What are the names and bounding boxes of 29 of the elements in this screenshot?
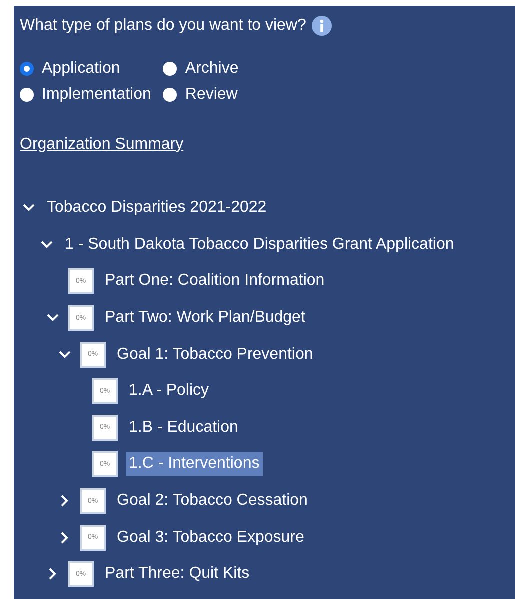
chevron-right-icon[interactable] xyxy=(49,568,57,580)
chevron-right-icon[interactable] xyxy=(61,532,69,544)
question-text: What type of plans do you want to view? xyxy=(20,17,306,35)
info-icon[interactable] xyxy=(312,16,332,36)
tree-item[interactable]: 1.A - Policy xyxy=(126,379,212,404)
chevron-down-icon[interactable] xyxy=(23,204,35,212)
tree-item[interactable]: Part Two: Work Plan/Budget xyxy=(102,306,308,330)
organization-summary-link[interactable]: Organization Summary xyxy=(20,136,184,154)
tree-item[interactable]: 1.C - Interventions xyxy=(126,452,263,476)
radio-label[interactable]: Application xyxy=(42,60,120,78)
radio-label[interactable]: Archive xyxy=(185,60,239,78)
tree-item[interactable]: Part One: Coalition Information xyxy=(102,269,328,294)
radio-button[interactable] xyxy=(20,88,34,102)
tree-item[interactable]: Part Three: Quit Kits xyxy=(102,562,253,586)
tree-item[interactable]: 1.B - Education xyxy=(126,416,242,440)
chevron-down-icon[interactable] xyxy=(47,314,59,322)
chevron-down-icon[interactable] xyxy=(59,350,71,359)
tree-item[interactable]: 1 - South Dakota Tobacco Disparities Grant Application xyxy=(62,232,458,257)
radio-button[interactable] xyxy=(163,62,178,76)
tree-item[interactable]: Goal 1: Tobacco Prevention xyxy=(114,342,316,367)
radio-label[interactable]: Review xyxy=(185,86,238,104)
chevron-right-icon[interactable] xyxy=(61,495,69,508)
radio-button[interactable] xyxy=(163,88,178,102)
tree-item[interactable]: Goal 3: Tobacco Exposure xyxy=(114,526,308,550)
tree-item[interactable]: Tobacco Disparities 2021-2022 xyxy=(44,196,270,220)
chevron-down-icon[interactable] xyxy=(41,240,53,249)
tree-item[interactable]: Goal 2: Tobacco Cessation xyxy=(114,489,311,514)
radio-label[interactable]: Implementation xyxy=(42,86,152,104)
radio-button[interactable] xyxy=(20,62,34,76)
